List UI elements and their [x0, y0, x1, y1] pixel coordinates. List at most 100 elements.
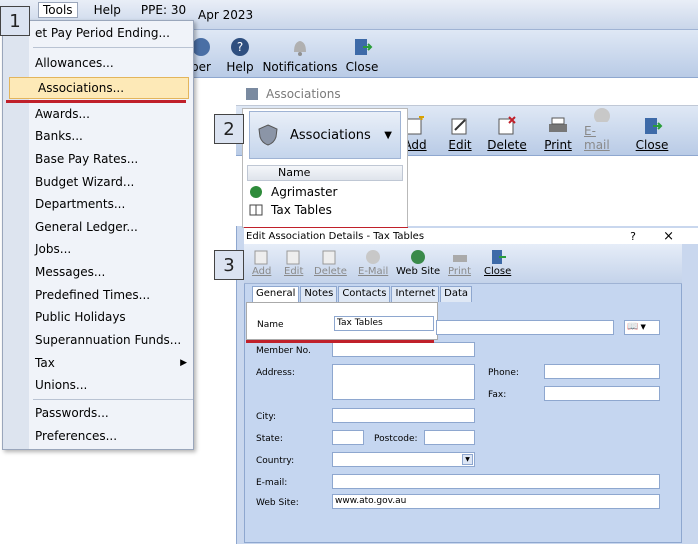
menu-item-set-pay-period[interactable]: et Pay Period Ending... [35, 26, 170, 40]
associations-window-title: Associations [236, 82, 698, 106]
menu-bar: Tools Help PPE: 30 [38, 0, 190, 20]
assoc-close-button[interactable]: Close [634, 106, 670, 156]
exit-door-icon [491, 250, 506, 264]
menu-item-jobs[interactable]: Jobs... [35, 242, 71, 256]
label-state: State: [256, 434, 283, 444]
edit-edit-button[interactable]: Edit [284, 248, 303, 277]
label-city: City: [256, 412, 277, 422]
label-postcode: Postcode: [374, 434, 418, 444]
list-item[interactable]: Tax Tables [249, 201, 332, 219]
tab-data[interactable]: Data [440, 286, 473, 302]
book-icon [249, 204, 263, 216]
edit-add-button[interactable]: Add [252, 248, 271, 277]
edit-website-button[interactable]: Web Site [396, 248, 440, 277]
globe-icon [411, 250, 426, 264]
name-field-extension [436, 320, 614, 335]
name-field[interactable]: Tax Tables [334, 316, 434, 331]
submenu-arrow-icon: ▶ [180, 358, 187, 368]
tools-menu: et Pay Period Ending... Allowances... As… [2, 20, 194, 450]
tab-notes[interactable]: Notes [300, 286, 338, 302]
edit-delete-button[interactable]: Delete [314, 248, 347, 277]
step-marker-2: 2 [214, 114, 244, 144]
city-field[interactable] [332, 408, 475, 423]
menu-item-superannuation-funds[interactable]: Superannuation Funds... [35, 333, 181, 347]
member-no-field[interactable] [332, 342, 475, 357]
edit-close-button[interactable]: Close [484, 248, 511, 277]
associations-dropdown-panel: Associations ▼ Name Agrimaster Tax Table… [242, 108, 408, 228]
fax-field[interactable] [544, 386, 660, 401]
website-field[interactable]: www.ato.gov.au [332, 494, 660, 509]
printer-icon [452, 255, 467, 262]
help-button[interactable]: ? [630, 230, 636, 243]
address-field[interactable] [332, 364, 475, 400]
menu-item-associations[interactable]: Associations... [9, 77, 189, 99]
label-name: Name [257, 320, 284, 330]
toolbar-help-button[interactable]: ? Help [224, 30, 256, 78]
menu-item-budget-wizard[interactable]: Budget Wizard... [35, 175, 134, 189]
state-field[interactable] [332, 430, 364, 445]
general-tab-panel: Name Tax Tables 📖 ▼ Member No. Address: … [244, 302, 682, 543]
label-phone: Phone: [488, 368, 519, 378]
column-header-name[interactable]: Name [247, 165, 403, 181]
tab-internet[interactable]: Internet [391, 286, 440, 302]
menu-item-unions[interactable]: Unions... [35, 378, 87, 392]
menu-item-awards[interactable]: Awards... [35, 107, 90, 121]
close-button[interactable]: × [663, 229, 674, 244]
menu-item-predefined-times[interactable]: Predefined Times... [35, 288, 150, 302]
menu-item-messages[interactable]: Messages... [35, 265, 105, 279]
menu-item-banks[interactable]: Banks... [35, 129, 83, 143]
step-marker-3: 3 [214, 250, 244, 280]
list-item[interactable]: Agrimaster [249, 183, 337, 201]
add-icon [254, 250, 268, 265]
phone-field[interactable] [544, 364, 660, 379]
menu-help[interactable]: Help [90, 3, 125, 17]
assoc-edit-button[interactable]: Edit [446, 106, 474, 156]
label-address: Address: [256, 368, 295, 378]
shield-icon [258, 124, 278, 146]
exit-door-icon [645, 118, 663, 134]
menu-item-passwords[interactable]: Passwords... [35, 406, 109, 420]
label-fax: Fax: [488, 390, 507, 400]
menu-item-allowances[interactable]: Allowances... [35, 56, 114, 70]
highlight-underline [6, 100, 186, 103]
menu-item-departments[interactable]: Departments... [35, 197, 125, 211]
chevron-down-icon: ▼ [462, 454, 473, 465]
book-icon: 📖 [627, 322, 639, 332]
email-icon [366, 250, 381, 264]
label-member-no: Member No. [256, 346, 311, 356]
agrimaster-icon [250, 186, 262, 198]
edit-icon [451, 118, 467, 135]
help-icon: ? [231, 38, 249, 56]
menu-item-tax[interactable]: Tax [35, 356, 55, 370]
delete-icon [498, 116, 516, 135]
chevron-down-icon: ▼ [384, 129, 392, 141]
assoc-print-button[interactable]: Print [542, 106, 574, 156]
edit-window-title: Edit Association Details - Tax Tables ? … [244, 228, 698, 244]
edit-icon [286, 250, 300, 265]
chevron-down-icon: ▼ [638, 323, 646, 331]
name-book-dropdown[interactable]: 📖 ▼ [624, 320, 660, 335]
toolbar-close-button[interactable]: Close [344, 30, 380, 78]
edit-tabs: General Notes Contacts Internet Data [252, 286, 473, 302]
country-select[interactable]: ▼ [332, 452, 475, 467]
tab-contacts[interactable]: Contacts [338, 286, 391, 302]
associations-dropdown-header[interactable]: Associations ▼ [249, 111, 401, 159]
menu-item-preferences[interactable]: Preferences... [35, 429, 117, 443]
menu-item-base-pay-rates[interactable]: Base Pay Rates... [35, 152, 138, 166]
edit-email-button[interactable]: E-Mail [358, 248, 388, 277]
menu-item-general-ledger[interactable]: General Ledger... [35, 220, 138, 234]
tab-general[interactable]: General [252, 286, 300, 302]
menu-separator [33, 399, 193, 400]
email-field[interactable] [332, 474, 660, 489]
postcode-field[interactable] [424, 430, 475, 445]
assoc-delete-button[interactable]: Delete [486, 106, 528, 156]
menu-item-public-holidays[interactable]: Public Holidays [35, 310, 126, 324]
printer-icon [549, 117, 567, 132]
bell-icon [294, 41, 306, 56]
assoc-email-button[interactable]: E-mail [584, 106, 620, 156]
toolbar-notifications-button[interactable]: Notifications [262, 30, 338, 78]
menu-tools[interactable]: Tools [38, 2, 78, 18]
edit-toolbar: Add Edit Delete E-Mail Web Site Print Cl… [244, 244, 682, 284]
main-toolbar: per ? Help Notifications Close [186, 30, 698, 78]
edit-print-button[interactable]: Print [448, 248, 471, 277]
